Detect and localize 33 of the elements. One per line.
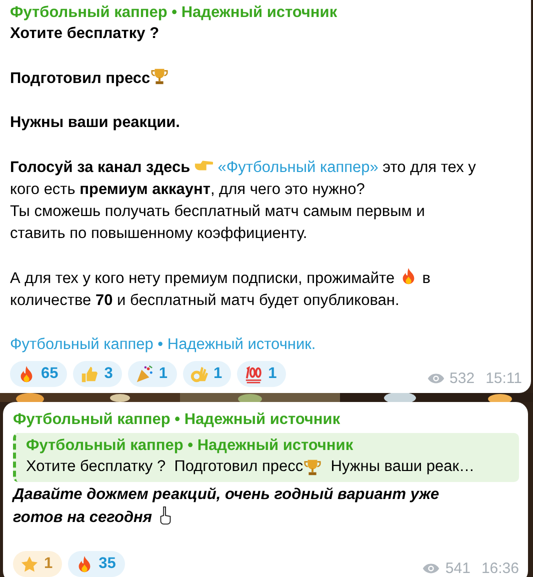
trophy-icon — [303, 458, 322, 476]
reaction-button[interactable]: 35 — [68, 551, 125, 577]
message-text: Нужны ваши реакции. — [10, 113, 181, 133]
reaction-button[interactable]: 1 — [13, 551, 62, 577]
reaction-button[interactable]: 1 — [182, 361, 232, 387]
view-count: 541 — [445, 560, 470, 577]
reply-quote[interactable]: Футбольный каппер • Надежный источник Хотите бесплатку ? Подготовил пресс Нужны ваши реак… — [13, 433, 519, 482]
thumbs-up-icon — [80, 364, 100, 384]
message-time: 16:36 — [481, 560, 519, 577]
channel-name[interactable]: Футбольный каппер • Надежный источник — [13, 410, 519, 430]
ok-hand-icon — [190, 364, 208, 384]
eye-icon — [426, 372, 445, 385]
message-text: Голосуй за канал здесь «Футбольный каппер» это для тех у кого есть премиум аккаунт, для чего это нужно? Ты сможешь получать бесплатный матч самым первым и ставить по повышенному коэффициенту. — [10, 156, 480, 245]
hundred-points-icon — [244, 364, 264, 384]
trophy-icon — [150, 67, 170, 86]
channel-name[interactable]: Футбольный каппер • Надежный источник — [10, 3, 522, 23]
message-text: Подготовил пресс — [10, 67, 480, 90]
party-popper-icon — [134, 364, 154, 384]
message-text: Хотите бесплатку ? — [10, 24, 160, 44]
message-text: А для тех у кого нету премиум подписки, прожимайте в количестве 70 и бесплатный матч будет опубликован. — [10, 267, 480, 312]
quote-author: Футбольный каппер • Надежный источник — [26, 436, 354, 456]
channel-link[interactable]: Футбольный каппер • Надежный источник. — [10, 334, 522, 356]
reaction-button[interactable]: 65 — [10, 361, 68, 387]
view-count: 532 — [450, 370, 475, 387]
reaction-button[interactable]: 1 — [237, 361, 286, 387]
reaction-button[interactable]: 1 — [128, 361, 176, 387]
message-text: Давайте дожмем реакций, очень годный вариант уже готов на сегодня — [13, 485, 440, 528]
quote-text: Нужны ваши реак… — [330, 457, 475, 477]
quote-text: Хотите бесплатку ? Подготовил пресс — [26, 457, 304, 477]
star-icon — [20, 554, 39, 574]
reaction-button[interactable]: 3 — [73, 361, 122, 387]
channel-link[interactable]: «Футбольный каппер» — [213, 159, 378, 176]
message-time: 15:11 — [486, 370, 522, 387]
